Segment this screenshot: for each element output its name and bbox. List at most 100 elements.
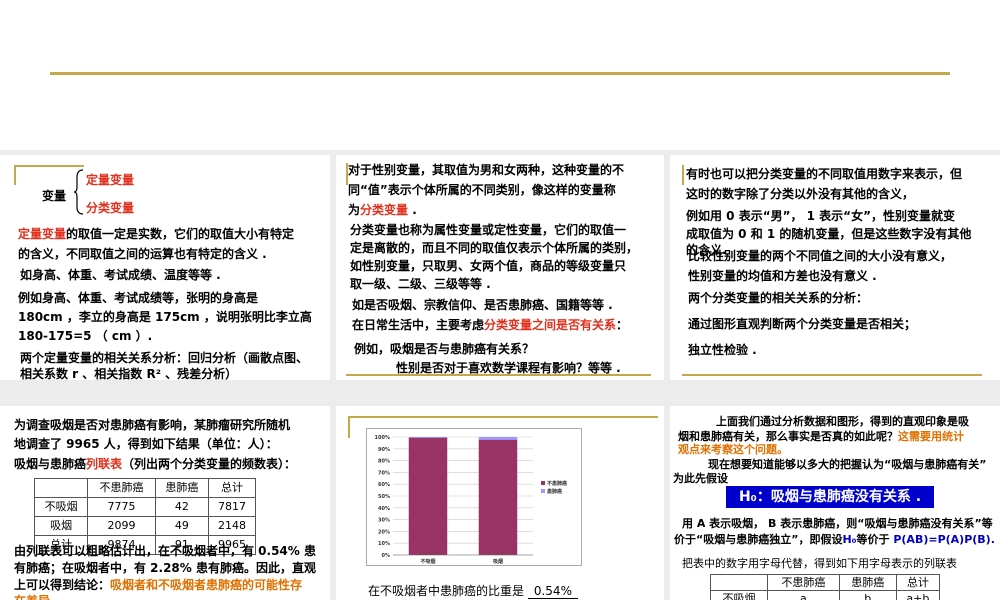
y-tick-label: 80% [378,459,390,465]
conclusion-text: 上可以得到结论： [14,578,111,592]
paragraph-line: 取一级、二级、三级等等 . [350,277,491,291]
h0-symbol: H₀ [842,533,857,546]
analysis-line: 相关系数 r 、相关指数 R² 、残差分析） [20,367,238,380]
slide-top-rule [348,416,658,418]
paragraph-line: 现在想要知道能够以多大的把握认为“吸烟与患肺癌有关” [708,458,987,471]
paragraph-line: 分类变量也称为属性变量或定性变量，它们的取值一 [350,223,627,237]
slide-marker [348,416,350,438]
table-header-row: 不患肺癌 患肺癌 总计 [33,478,256,498]
y-tick-label: 100% [375,435,390,441]
paragraph-line: 对于性别变量，其取值为男和女两种，这种变量的不 [348,163,625,177]
paragraph-line: 性别变量的均值和方差也没有意义 . [688,269,877,283]
paragraph-text: . [408,203,417,217]
table-header-row: 不患肺癌 患肺癌 总计 [710,574,941,591]
table-cell: 49 [154,516,210,536]
example-question: 性别是否对于喜欢数学课程有影响？等等 . [396,361,621,375]
paragraph-line: 这时的数字除了分类以外没有其他的含义， [686,187,915,201]
paragraph-text: （列出两个分类变量的频数表）： [122,457,297,471]
table-cell: 不吸烟 [710,590,768,600]
slide-marker [682,165,684,185]
table-cell: 患肺癌 [838,574,897,591]
bar-segment [408,437,448,438]
slide-variables[interactable]: 变量 定量变量 分类变量 定量变量的取值一定是实数，它们的取值大小有特定 的含义… [0,155,330,380]
quantitative-variable-label: 定量变量 [86,173,135,187]
variable-label: 变量 [42,189,67,203]
table-cell: a+b [895,590,941,600]
chart-caption: 在不吸烟者中患肺癌的比重是 [368,584,525,598]
table-cell: 7817 [208,497,256,517]
paragraph-line: ，为此先假设 [670,472,728,485]
y-tick-label: 60% [378,482,390,488]
slide-survey-table[interactable]: 为调查吸烟是否对患肺癌有影响，某肺瘤研究所随机 地调查了 9965 人，得到如下… [0,406,330,600]
table-cell: 总计 [208,478,256,498]
slide-categorical-variables[interactable]: 对于性别变量，其取值为男和女两种，这种变量的不 同“值”表示个体所属的不同类别，… [336,155,664,380]
y-tick-label: 0% [382,553,391,559]
slide-bar-chart[interactable]: 0% 10% 20% 30% 40% 50% 60% 70% 80% 90% 100% 不吸烟 吸烟 不患… [336,406,664,600]
chart-caption-value: 0.54% [527,584,578,599]
y-tick-label: 30% [378,518,390,524]
example-line: 180cm ，李立的身高是 175cm ，说明张明比李立高 [18,310,312,324]
paragraph-line: 如性别变量，只取男、女两个值，商品的等级变量只 [350,259,627,273]
slide-hypothesis[interactable]: 上面我们通过分析数据和图形，得到的直观印象是吸 烟和患肺癌有关，那么事实是否真的… [670,406,1000,600]
table-cell: a [766,590,840,600]
chart-frame: 0% 10% 20% 30% 40% 50% 60% 70% 80% 90% 100% 不吸烟 吸烟 不患… [366,428,582,566]
letter-contingency-table: 不患肺癌 患肺癌 总计 不吸烟 a b a+b [710,574,941,600]
y-tick-label: 50% [378,494,390,500]
table-cell: 患肺癌 [154,478,210,498]
top-header-area [0,0,1000,150]
paragraph-text: 吸烟与患肺癌 [14,457,87,471]
y-tick-label: 10% [378,541,390,547]
paragraph-line: 上面我们通过分析数据和图形，得到的直观印象是吸 [716,415,969,428]
highlight-text: 分类变量之间是否有关系 [484,318,617,332]
paragraph-line: 把表中的数字用字母代替，得到如下用字母表示的列联表 [682,557,957,570]
paragraph-line: 有时也可以把分类变量的不同取值用数字来表示，但 [686,167,963,181]
table-cell: 2148 [208,516,256,536]
legend-label: 患肺癌 [547,488,562,495]
table-cell [33,478,89,498]
example-line: 180-175=5 （ cm ）. [18,329,153,343]
slide-numeric-coding[interactable]: 有时也可以把分类变量的不同取值用数字来表示，但 这时的数字除了分类以外没有其他的… [670,155,1000,380]
paragraph-line: 用 A 表示吸烟， B 表示患肺癌，则“吸烟与患肺癌没有关系”等 [682,517,993,530]
x-tick-label: 不吸烟 [420,558,435,565]
paragraph-text: 的取值一定是实数，它们的取值大小有特定 [66,227,295,241]
paragraph-text: 等价于 [856,533,890,546]
bar-segment [478,437,518,440]
highlight-text: 观点来考察这个问题。 [678,443,788,456]
paragraph-text: 的含义，不同取值之间的运算也有特定的含义 . [18,247,267,261]
brace-icon [74,169,84,215]
legend-label: 不患肺癌 [547,480,567,487]
paragraph-line: 成取值为 0 和 1 的随机变量，但是这些数字没有其他 [686,227,972,241]
paragraph-text: 在日常生活中，主要考虑 [352,318,485,332]
table-row: 不吸烟 7775 42 7817 [33,497,256,517]
slide-marker [14,165,16,185]
paragraph-line: 比较性别变量的两个不同值之间的大小没有意义， [688,249,953,263]
table-cell: 不患肺癌 [87,478,156,498]
y-tick-label: 90% [378,447,390,453]
legend-swatch [541,481,545,485]
table-cell: 不患肺癌 [766,574,840,591]
table-row: 不吸烟 a b a+b [710,590,941,600]
table-cell: 吸烟 [33,516,89,536]
paragraph-line: 地调查了 9965 人，得到如下结果（单位：人）： [14,437,278,451]
bar-segment [408,437,448,555]
paragraph-line: 定是离散的，而且不同的取值仅表示个体所属的类别， [350,241,639,255]
table-cell: 不吸烟 [33,497,89,517]
term-quantitative: 定量变量 [18,227,67,241]
term-categorical: 分类变量 [360,203,409,217]
y-tick-label: 40% [378,506,390,512]
conclusion-highlight: 吸烟者和不吸烟者患肺癌的可能性存 [110,578,303,592]
conclusion-highlight: 在差异 [14,592,50,600]
independence-formula: P(AB)=P(A)P(B). [893,533,995,546]
header-rule [50,72,950,75]
paragraph-text: 为 [348,203,361,217]
conclusion-line: 由列联表可以粗略估计出，在不吸烟者中，有 0.54% 患 [14,544,316,558]
conclusion-line: 有肺癌；在吸烟者中，有 2.28% 患有肺癌。因此，直观 [14,561,316,575]
y-tick-label: 70% [378,470,390,476]
table-cell: 2099 [87,516,156,536]
categorical-variable-label: 分类变量 [86,201,135,215]
table-cell: 7775 [87,497,156,517]
paragraph-text: 价于“吸烟与患肺癌独立”，即假设 [674,533,843,546]
example-question: 例如，吸烟是否与患肺癌有关系？ [354,342,535,356]
table-row: 吸烟 2099 49 2148 [33,516,256,536]
paragraph-line: 例如用 0 表示“男”， 1 表示“女”，性别变量就变 [686,209,955,223]
